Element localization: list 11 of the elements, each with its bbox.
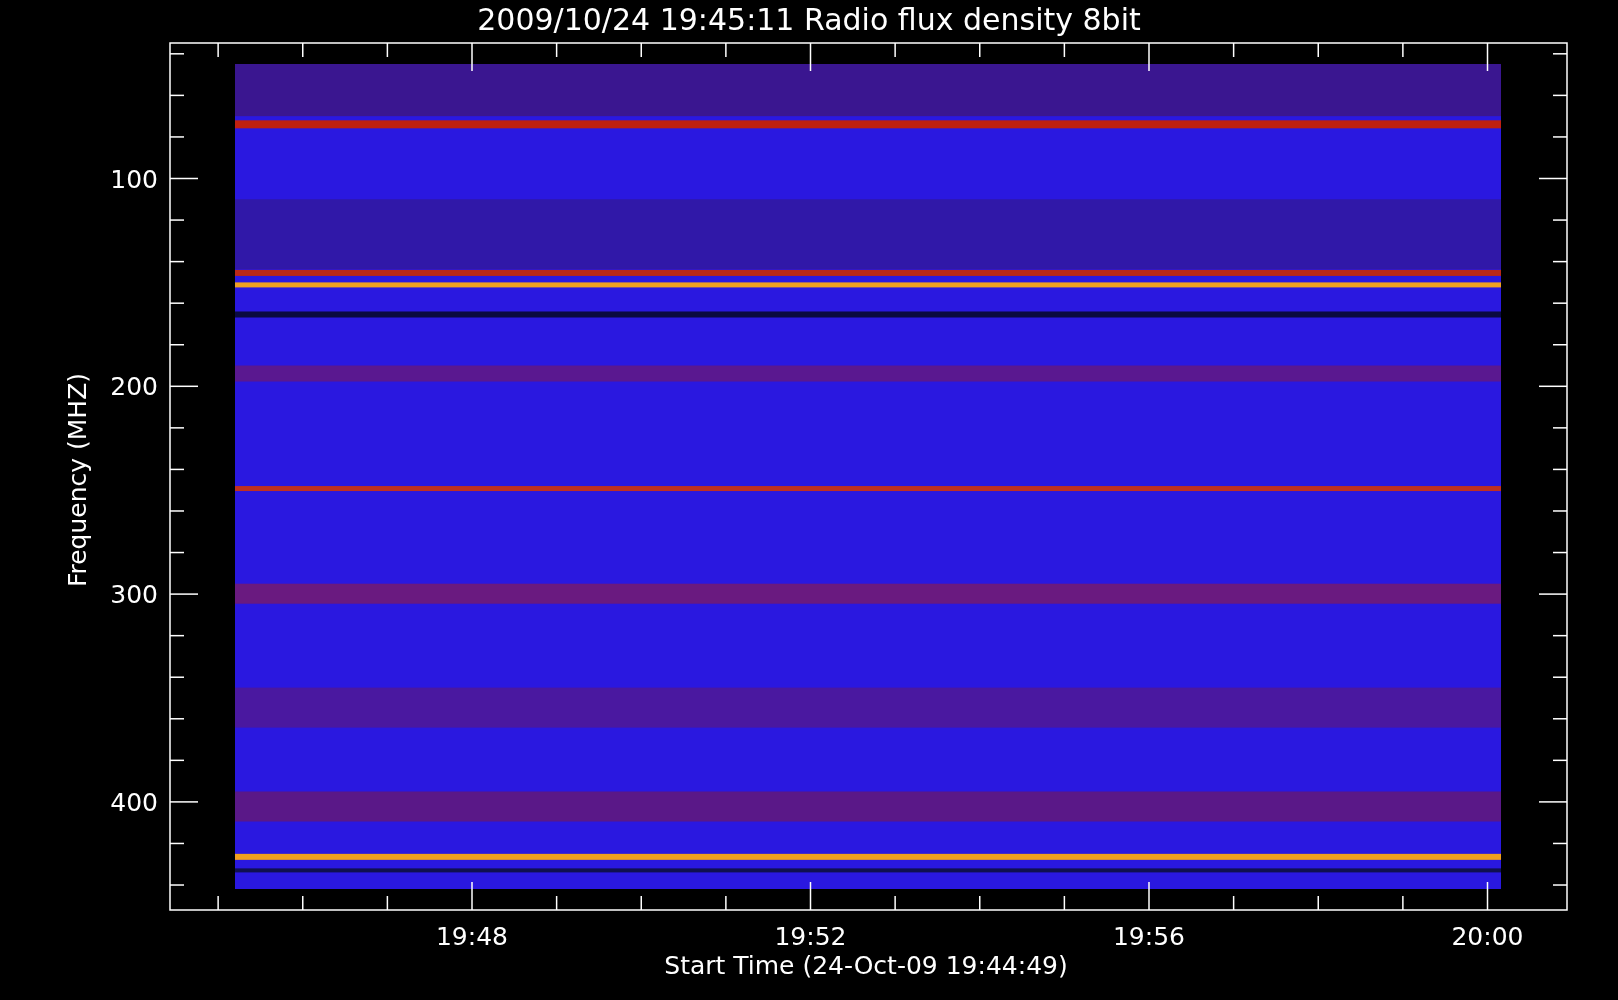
x-tick-label: 19:52 (774, 922, 847, 951)
y-tick-label: 300 (110, 580, 158, 610)
x-axis-label: Start Time (24-Oct-09 19:44:49) (664, 951, 1068, 980)
x-tick-label: 19:56 (1113, 922, 1185, 951)
y-tick-label: 100 (110, 164, 158, 194)
y-tick-label: 400 (110, 787, 158, 817)
plot-title: 2009/10/24 19:45:11 Radio flux density 8bit (477, 2, 1141, 37)
x-tick-label: 20:00 (1451, 922, 1524, 951)
y-tick-label: 200 (110, 372, 158, 402)
y-axis-label: Frequency (MHZ) (63, 372, 92, 588)
x-tick-label: 19:48 (436, 922, 508, 951)
